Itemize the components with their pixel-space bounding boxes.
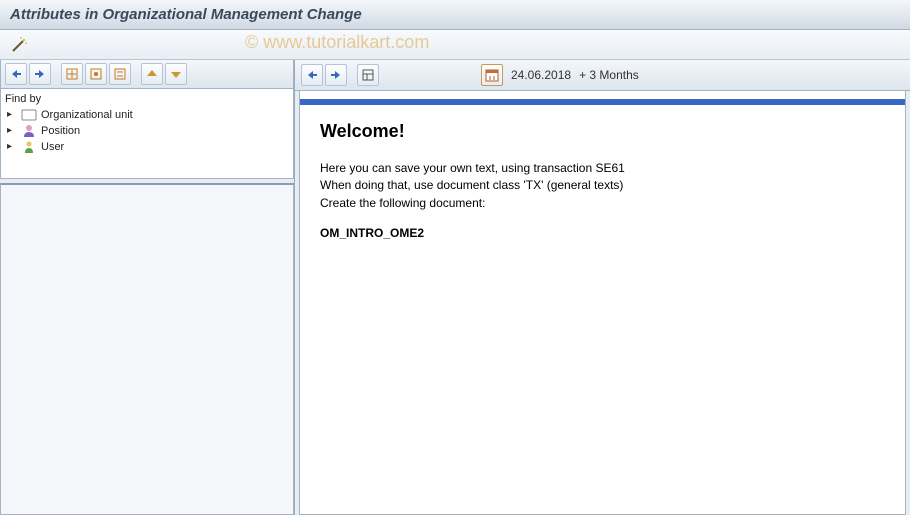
content-back-button[interactable] <box>301 64 323 86</box>
app-toolbar <box>0 30 910 60</box>
date-section: 24.06.2018 + 3 Months <box>481 64 639 86</box>
person-icon <box>21 124 37 138</box>
tree-label: Organizational unit <box>41 109 133 121</box>
nav-back-button[interactable] <box>5 63 27 85</box>
user-icon <box>21 140 37 154</box>
window-title: Attributes in Organizational Management … <box>10 6 362 23</box>
welcome-heading: Welcome! <box>320 121 885 142</box>
document-name: OM_INTRO_OME2 <box>320 226 885 240</box>
welcome-line: Create the following document: <box>320 195 885 212</box>
nav-forward-button[interactable] <box>29 63 51 85</box>
left-toolbar <box>0 60 294 89</box>
left-panel: Find by ▸ Organizational unit ▸ Position… <box>0 60 295 515</box>
bottom-pane <box>0 183 294 515</box>
tree-item-position[interactable]: ▸ Position <box>5 123 289 139</box>
move-up-button[interactable] <box>141 63 163 85</box>
find-by-panel: Find by ▸ Organizational unit ▸ Position… <box>0 89 294 179</box>
tree-label: Position <box>41 125 80 137</box>
date-value: 24.06.2018 <box>511 68 571 82</box>
welcome-line: When doing that, use document class 'TX'… <box>320 177 885 194</box>
main-area: Find by ▸ Organizational unit ▸ Position… <box>0 60 910 515</box>
period-button[interactable] <box>481 64 503 86</box>
content-forward-button[interactable] <box>325 64 347 86</box>
welcome-text: Here you can save your own text, using t… <box>320 160 885 212</box>
assign-button-3[interactable] <box>109 63 131 85</box>
expand-icon[interactable]: ▸ <box>7 110 17 120</box>
wand-icon[interactable] <box>10 36 28 54</box>
layout-button[interactable] <box>357 64 379 86</box>
tree-item-user[interactable]: ▸ User <box>5 139 289 155</box>
period-value: + 3 Months <box>579 68 639 82</box>
expand-icon[interactable]: ▸ <box>7 126 17 136</box>
tree-label: User <box>41 141 64 153</box>
assign-button-1[interactable] <box>61 63 83 85</box>
find-by-label: Find by <box>5 91 289 107</box>
tree-item-org-unit[interactable]: ▸ Organizational unit <box>5 107 289 123</box>
org-unit-icon <box>21 108 37 122</box>
expand-icon[interactable]: ▸ <box>7 142 17 152</box>
assign-button-2[interactable] <box>85 63 107 85</box>
right-panel: 24.06.2018 + 3 Months Welcome! Here you … <box>295 60 910 515</box>
content-area: Welcome! Here you can save your own text… <box>299 91 906 515</box>
window-title-bar: Attributes in Organizational Management … <box>0 0 910 30</box>
accent-bar <box>300 99 905 105</box>
move-down-button[interactable] <box>165 63 187 85</box>
welcome-line: Here you can save your own text, using t… <box>320 160 885 177</box>
right-toolbar: 24.06.2018 + 3 Months <box>295 60 910 91</box>
